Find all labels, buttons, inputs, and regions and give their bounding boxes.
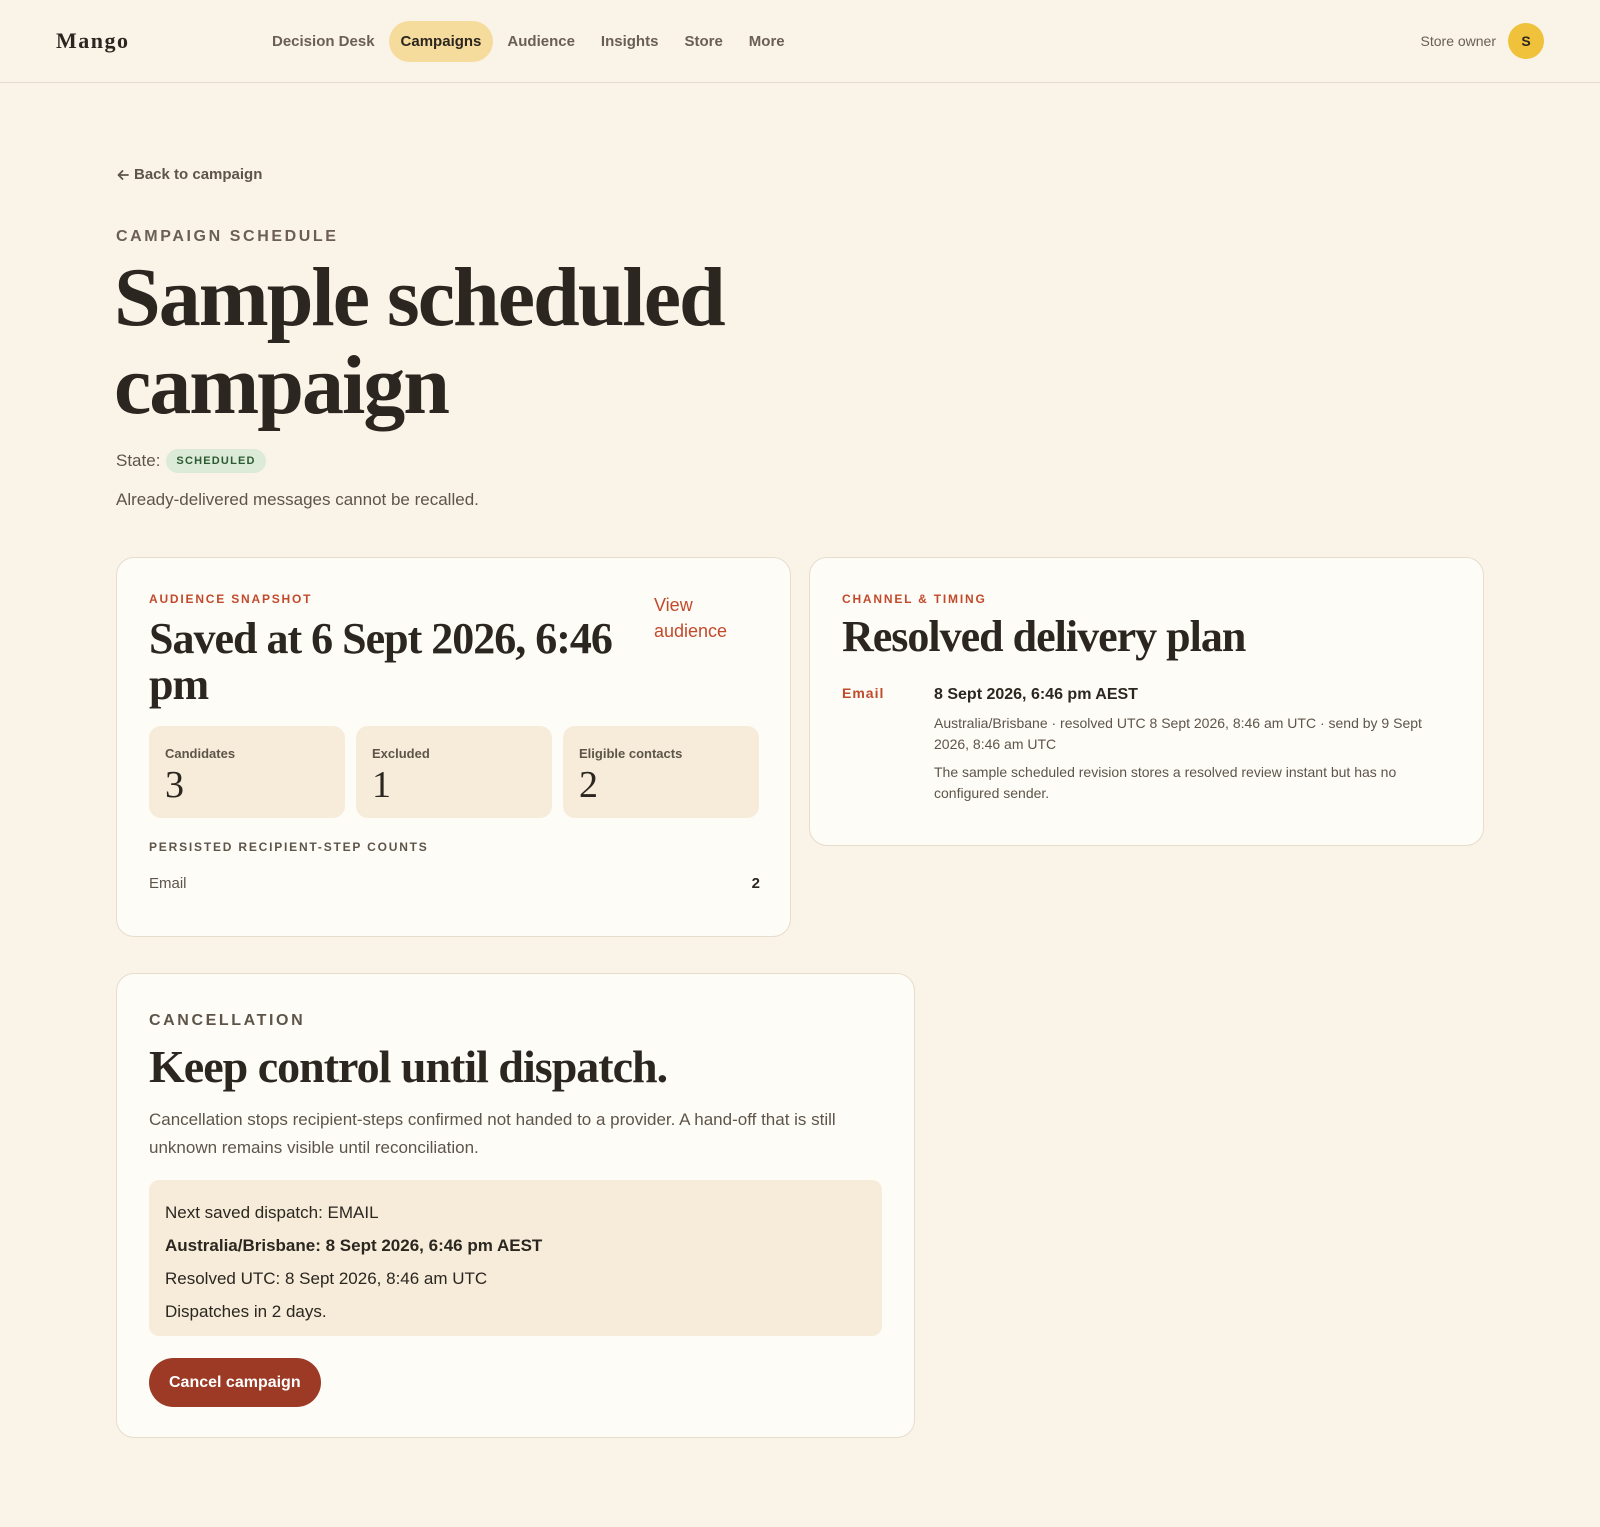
stat-excluded: Excluded 1	[356, 726, 552, 818]
view-audience-link[interactable]: View audience	[654, 592, 754, 644]
next-dispatch-utc-time: Resolved UTC: 8 Sept 2026, 8:46 am UTC	[165, 1269, 488, 1288]
campaign-state: State: SCHEDULED	[116, 449, 266, 473]
next-dispatch-local-time: Australia/Brisbane: 8 Sept 2026, 6:46 pm…	[165, 1236, 543, 1255]
page-eyebrow: CAMPAIGN SCHEDULE	[116, 228, 339, 245]
nav-item-insights[interactable]: Insights	[589, 21, 671, 62]
back-to-campaign-link[interactable]: Back to campaign	[116, 166, 262, 183]
cancellation-title: Keep control until dispatch.	[149, 1041, 668, 1092]
channel-send-time: 8 Sept 2026, 6:46 pm AEST	[934, 686, 1138, 703]
state-label: State:	[116, 451, 161, 470]
user-role-label: Store owner	[1420, 33, 1496, 49]
status-badge: SCHEDULED	[166, 449, 266, 473]
cancellation-eyebrow: CANCELLATION	[149, 1012, 306, 1029]
nav-item-audience[interactable]: Audience	[495, 21, 587, 62]
audience-kicker: AUDIENCE SNAPSHOT	[149, 592, 313, 606]
recall-note: Already-delivered messages cannot be rec…	[116, 490, 479, 509]
channel-kicker: CHANNEL & TIMING	[842, 592, 987, 606]
app-logo[interactable]: Mango	[56, 28, 130, 54]
cancellation-description: Cancellation stops recipient-steps confi…	[149, 1110, 836, 1157]
nav-item-decision-desk[interactable]: Decision Desk	[260, 21, 387, 62]
delivery-plan-title: Resolved delivery plan	[842, 612, 1246, 661]
nav-item-more[interactable]: More	[737, 21, 797, 62]
avatar[interactable]: S	[1508, 23, 1544, 59]
nav-item-campaigns[interactable]: Campaigns	[388, 21, 494, 62]
stat-value: 3	[165, 764, 184, 806]
audience-saved-title: Saved at 6 Sept 2026, 6:46 pm	[149, 614, 613, 709]
back-link-label: Back to campaign	[134, 166, 263, 183]
stat-value: 1	[372, 764, 391, 806]
channel-timing-card: CHANNEL & TIMING Resolved delivery plan …	[809, 557, 1484, 846]
next-dispatch-box: Next saved dispatch: EMAIL Australia/Bri…	[149, 1180, 882, 1336]
channel-sender-note: The sample scheduled revision stores a r…	[934, 764, 1397, 801]
stat-label: Eligible contacts	[579, 746, 683, 761]
recipient-step-count-row: Email 2	[149, 875, 760, 892]
stat-eligible-contacts: Eligible contacts 2	[563, 726, 759, 818]
stat-label: Candidates	[165, 746, 236, 761]
channel-detail: 8 Sept 2026, 6:46 pm AEST Australia/Bris…	[934, 686, 1454, 811]
page-title: Sample scheduled campaign	[114, 251, 726, 432]
stat-value: 2	[579, 764, 598, 806]
count-channel: Email	[149, 875, 187, 892]
channel-name: Email	[842, 685, 885, 701]
count-value: 2	[751, 875, 760, 892]
recipient-step-counts-heading: PERSISTED RECIPIENT-STEP COUNTS	[149, 840, 429, 854]
audience-snapshot-card: AUDIENCE SNAPSHOT Saved at 6 Sept 2026, …	[116, 557, 791, 937]
cancel-campaign-button[interactable]: Cancel campaign	[149, 1358, 321, 1407]
cancellation-card: CANCELLATION Keep control until dispatch…	[116, 973, 915, 1438]
stat-label: Excluded	[372, 746, 430, 761]
user-menu[interactable]: Store owner S	[1421, 23, 1544, 59]
nav-item-store[interactable]: Store	[672, 21, 734, 62]
audience-stats: Candidates 3 Excluded 1 Eligible contact…	[149, 726, 759, 818]
stat-candidates: Candidates 3	[149, 726, 345, 818]
channel-resolution-meta: Australia/Brisbane · resolved UTC 8 Sept…	[934, 715, 1422, 752]
next-dispatch-channel: Next saved dispatch: EMAIL	[165, 1203, 379, 1222]
main-nav: Decision Desk Campaigns Audience Insight…	[260, 21, 797, 62]
dispatch-countdown: Dispatches in 2 days.	[165, 1302, 327, 1321]
top-navigation-bar: Mango Decision Desk Campaigns Audience I…	[0, 0, 1600, 83]
arrow-left-icon	[117, 169, 129, 180]
